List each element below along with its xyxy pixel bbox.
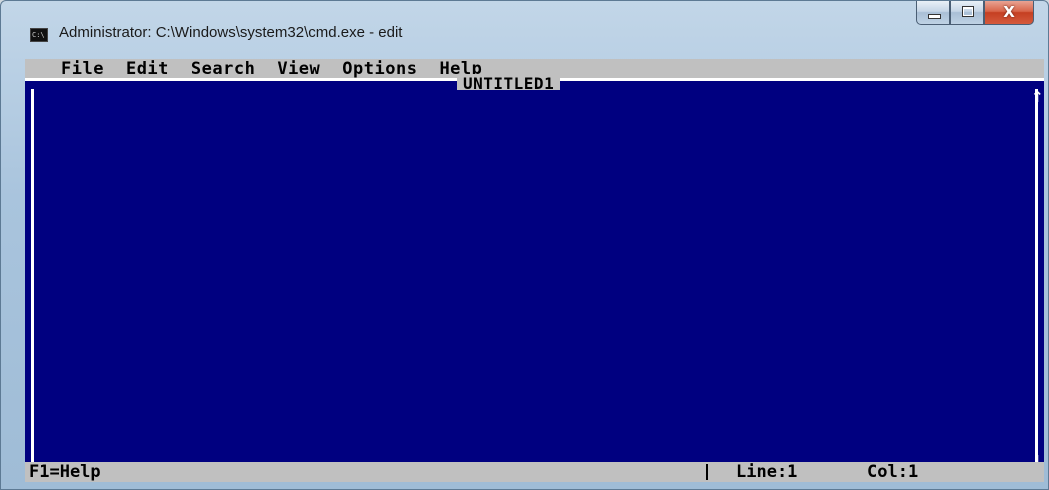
editor-frame-left	[31, 89, 34, 462]
document-title: UNTITLED1	[463, 74, 555, 93]
menu-search[interactable]: Search	[191, 60, 255, 78]
status-separator	[706, 464, 708, 480]
title-bar[interactable]: C:\ Administrator: C:\Windows\system32\c…	[1, 1, 1048, 59]
menu-options[interactable]: Options	[342, 60, 417, 78]
menu-edit[interactable]: Edit	[126, 60, 169, 78]
caption-buttons: X	[916, 1, 1034, 27]
edit-console: File Edit Search View Options Help UNTIT…	[25, 59, 1044, 482]
editor-area[interactable]: UNTITLED1 ↑ ↓	[25, 74, 1044, 469]
close-icon: X	[1003, 3, 1015, 21]
minimize-button[interactable]	[916, 1, 950, 25]
maximize-icon	[962, 6, 974, 17]
scroll-up-arrow-icon[interactable]: ↑	[1031, 89, 1044, 105]
menu-view[interactable]: View	[277, 60, 320, 78]
close-button[interactable]: X	[984, 1, 1034, 25]
document-title-tab: UNTITLED1	[457, 74, 561, 93]
console-window: C:\ Administrator: C:\Windows\system32\c…	[0, 0, 1049, 490]
status-column-number: Col:1	[867, 462, 919, 482]
maximize-button[interactable]	[950, 1, 984, 25]
menu-file[interactable]: File	[61, 60, 104, 78]
status-help-hint: F1=Help	[29, 462, 101, 482]
window-title: Administrator: C:\Windows\system32\cmd.e…	[59, 24, 403, 41]
editor-frame-right	[1035, 89, 1038, 462]
status-bar: F1=Help Line:1 Col:1	[25, 462, 1044, 482]
status-line-number: Line:1	[736, 462, 798, 482]
minimize-icon	[928, 14, 941, 19]
cmd-icon[interactable]: C:\	[30, 28, 48, 42]
